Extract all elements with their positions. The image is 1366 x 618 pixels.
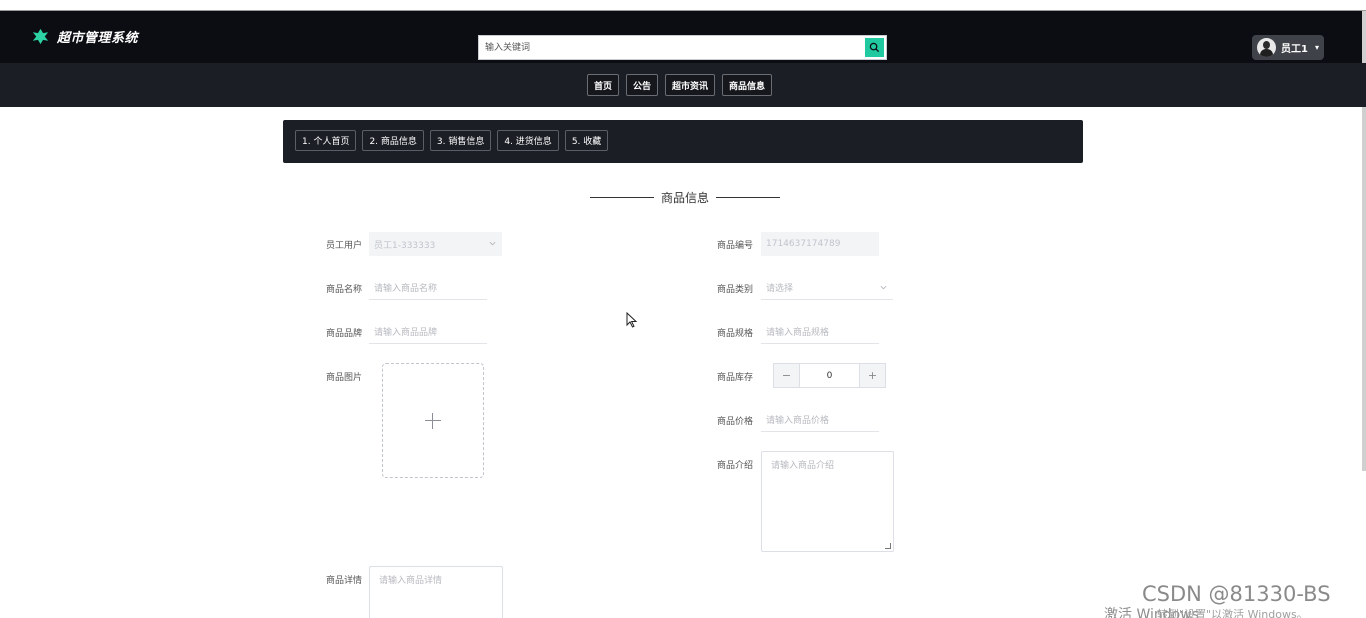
brand-label: 商品品牌 — [326, 329, 363, 339]
mouse-cursor-icon — [626, 312, 638, 328]
windows-activate-subtext: 转到"设置"以激活 Windows。 — [1157, 608, 1308, 618]
category-label: 商品类别 — [717, 285, 754, 295]
csdn-watermark: CSDN @81330-BS — [1142, 582, 1331, 606]
leaf-logo-icon — [32, 28, 49, 45]
intro-placeholder: 请输入商品介绍 — [771, 461, 835, 471]
brand-input[interactable]: 请输入商品品牌 — [369, 320, 487, 344]
spec-input[interactable]: 请输入商品规格 — [761, 320, 879, 344]
chevron-down-icon — [880, 285, 887, 290]
center-nav-products[interactable]: 2. 商品信息 — [362, 130, 424, 151]
app-title: 超市管理系统 — [57, 31, 139, 46]
product-name-label: 商品名称 — [326, 285, 363, 295]
employee-user-value: 员工1-333333 — [374, 240, 436, 251]
intro-label: 商品介绍 — [717, 461, 754, 471]
stock-decrease-button[interactable]: − — [774, 364, 799, 387]
user-name: 员工1 — [1281, 44, 1308, 55]
caret-down-icon: ▾ — [1314, 43, 1319, 52]
chevron-down-icon — [489, 241, 496, 246]
detail-label: 商品详情 — [326, 576, 363, 586]
nav-news[interactable]: 超市资讯 — [665, 74, 716, 96]
price-placeholder: 请输入商品价格 — [766, 416, 830, 426]
employee-user-select[interactable]: 员工1-333333 — [369, 232, 502, 256]
stock-label: 商品库存 — [717, 373, 754, 383]
form-title-text: 商品信息 — [661, 190, 710, 205]
product-name-placeholder: 请输入商品名称 — [374, 284, 438, 294]
nav-products[interactable]: 商品信息 — [722, 74, 773, 96]
stock-value[interactable]: 0 — [799, 364, 860, 387]
spec-label: 商品规格 — [717, 329, 754, 339]
windows-activate-text: 激活 Windows — [1104, 607, 1199, 618]
nav-notice[interactable]: 公告 — [626, 74, 659, 96]
form-title: 商品信息 — [590, 188, 781, 206]
image-upload[interactable] — [382, 363, 484, 478]
search-button[interactable] — [865, 38, 884, 57]
brand-placeholder: 请输入商品品牌 — [374, 328, 438, 338]
avatar — [1257, 38, 1276, 57]
product-no-input[interactable]: 1714637174789 — [761, 232, 879, 256]
stock-stepper: − 0 + — [773, 363, 886, 388]
category-placeholder: 请选择 — [766, 284, 794, 294]
price-input[interactable]: 请输入商品价格 — [761, 408, 879, 432]
user-menu[interactable]: 员工1 ▾ — [1252, 35, 1324, 60]
search-input[interactable] — [479, 36, 865, 59]
detail-placeholder: 请输入商品详情 — [379, 576, 443, 586]
employee-user-label: 员工用户 — [326, 241, 363, 251]
product-name-input[interactable]: 请输入商品名称 — [369, 276, 487, 300]
category-select[interactable]: 请选择 — [761, 276, 893, 300]
center-nav-sales[interactable]: 3. 销售信息 — [429, 130, 492, 151]
center-nav-purchase[interactable]: 4. 进货信息 — [497, 130, 559, 151]
stock-increase-button[interactable]: + — [860, 364, 885, 387]
product-no-label: 商品编号 — [717, 241, 754, 251]
browser-top-strip — [0, 0, 1366, 11]
main-nav: 首页 公告 超市资讯 商品信息 — [0, 63, 1366, 107]
product-no-value: 1714637174789 — [766, 239, 841, 249]
search-box — [478, 35, 887, 60]
search-icon — [869, 42, 880, 53]
spec-placeholder: 请输入商品规格 — [766, 328, 830, 338]
plus-icon — [425, 412, 441, 429]
center-nav-profile[interactable]: 1. 个人首页 — [295, 130, 357, 151]
resize-handle[interactable] — [885, 543, 891, 549]
intro-textarea[interactable]: 请输入商品介绍 — [761, 451, 894, 552]
center-nav-favorites[interactable]: 5. 收藏 — [564, 130, 609, 151]
nav-home[interactable]: 首页 — [587, 74, 620, 96]
detail-editor[interactable]: 请输入商品详情 — [369, 566, 503, 618]
image-label: 商品图片 — [326, 373, 363, 383]
price-label: 商品价格 — [717, 417, 754, 427]
center-nav: 1. 个人首页 2. 商品信息 3. 销售信息 4. 进货信息 5. 收藏 — [283, 120, 1083, 163]
logo[interactable]: 超市管理系统 — [32, 27, 138, 46]
top-header: 超市管理系统 员工1 ▾ — [0, 11, 1366, 63]
